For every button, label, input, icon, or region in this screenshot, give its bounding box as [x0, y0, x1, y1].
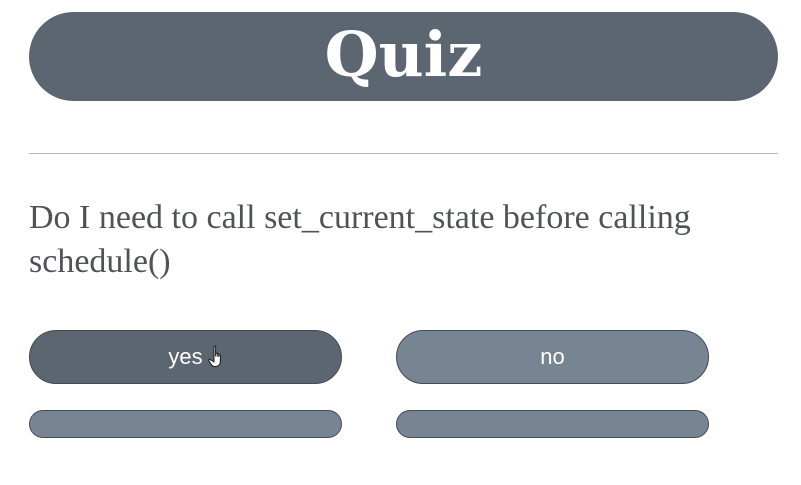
page-title: Quiz	[324, 17, 483, 91]
quiz-page: Quiz Do I need to call set_current_state…	[0, 0, 801, 485]
answer-no-label: no	[540, 344, 565, 369]
answer-yes-button[interactable]: yes	[29, 330, 342, 384]
answer-button-empty-2[interactable]	[396, 410, 709, 438]
hand-pointer-icon	[208, 345, 221, 367]
title-banner: Quiz	[29, 12, 778, 101]
divider	[29, 153, 778, 154]
answer-button-empty-1[interactable]	[29, 410, 342, 438]
question-text: Do I need to call set_current_state befo…	[29, 199, 691, 280]
answer-yes-label: yes	[168, 344, 203, 369]
answer-no-button[interactable]: no	[396, 330, 709, 384]
